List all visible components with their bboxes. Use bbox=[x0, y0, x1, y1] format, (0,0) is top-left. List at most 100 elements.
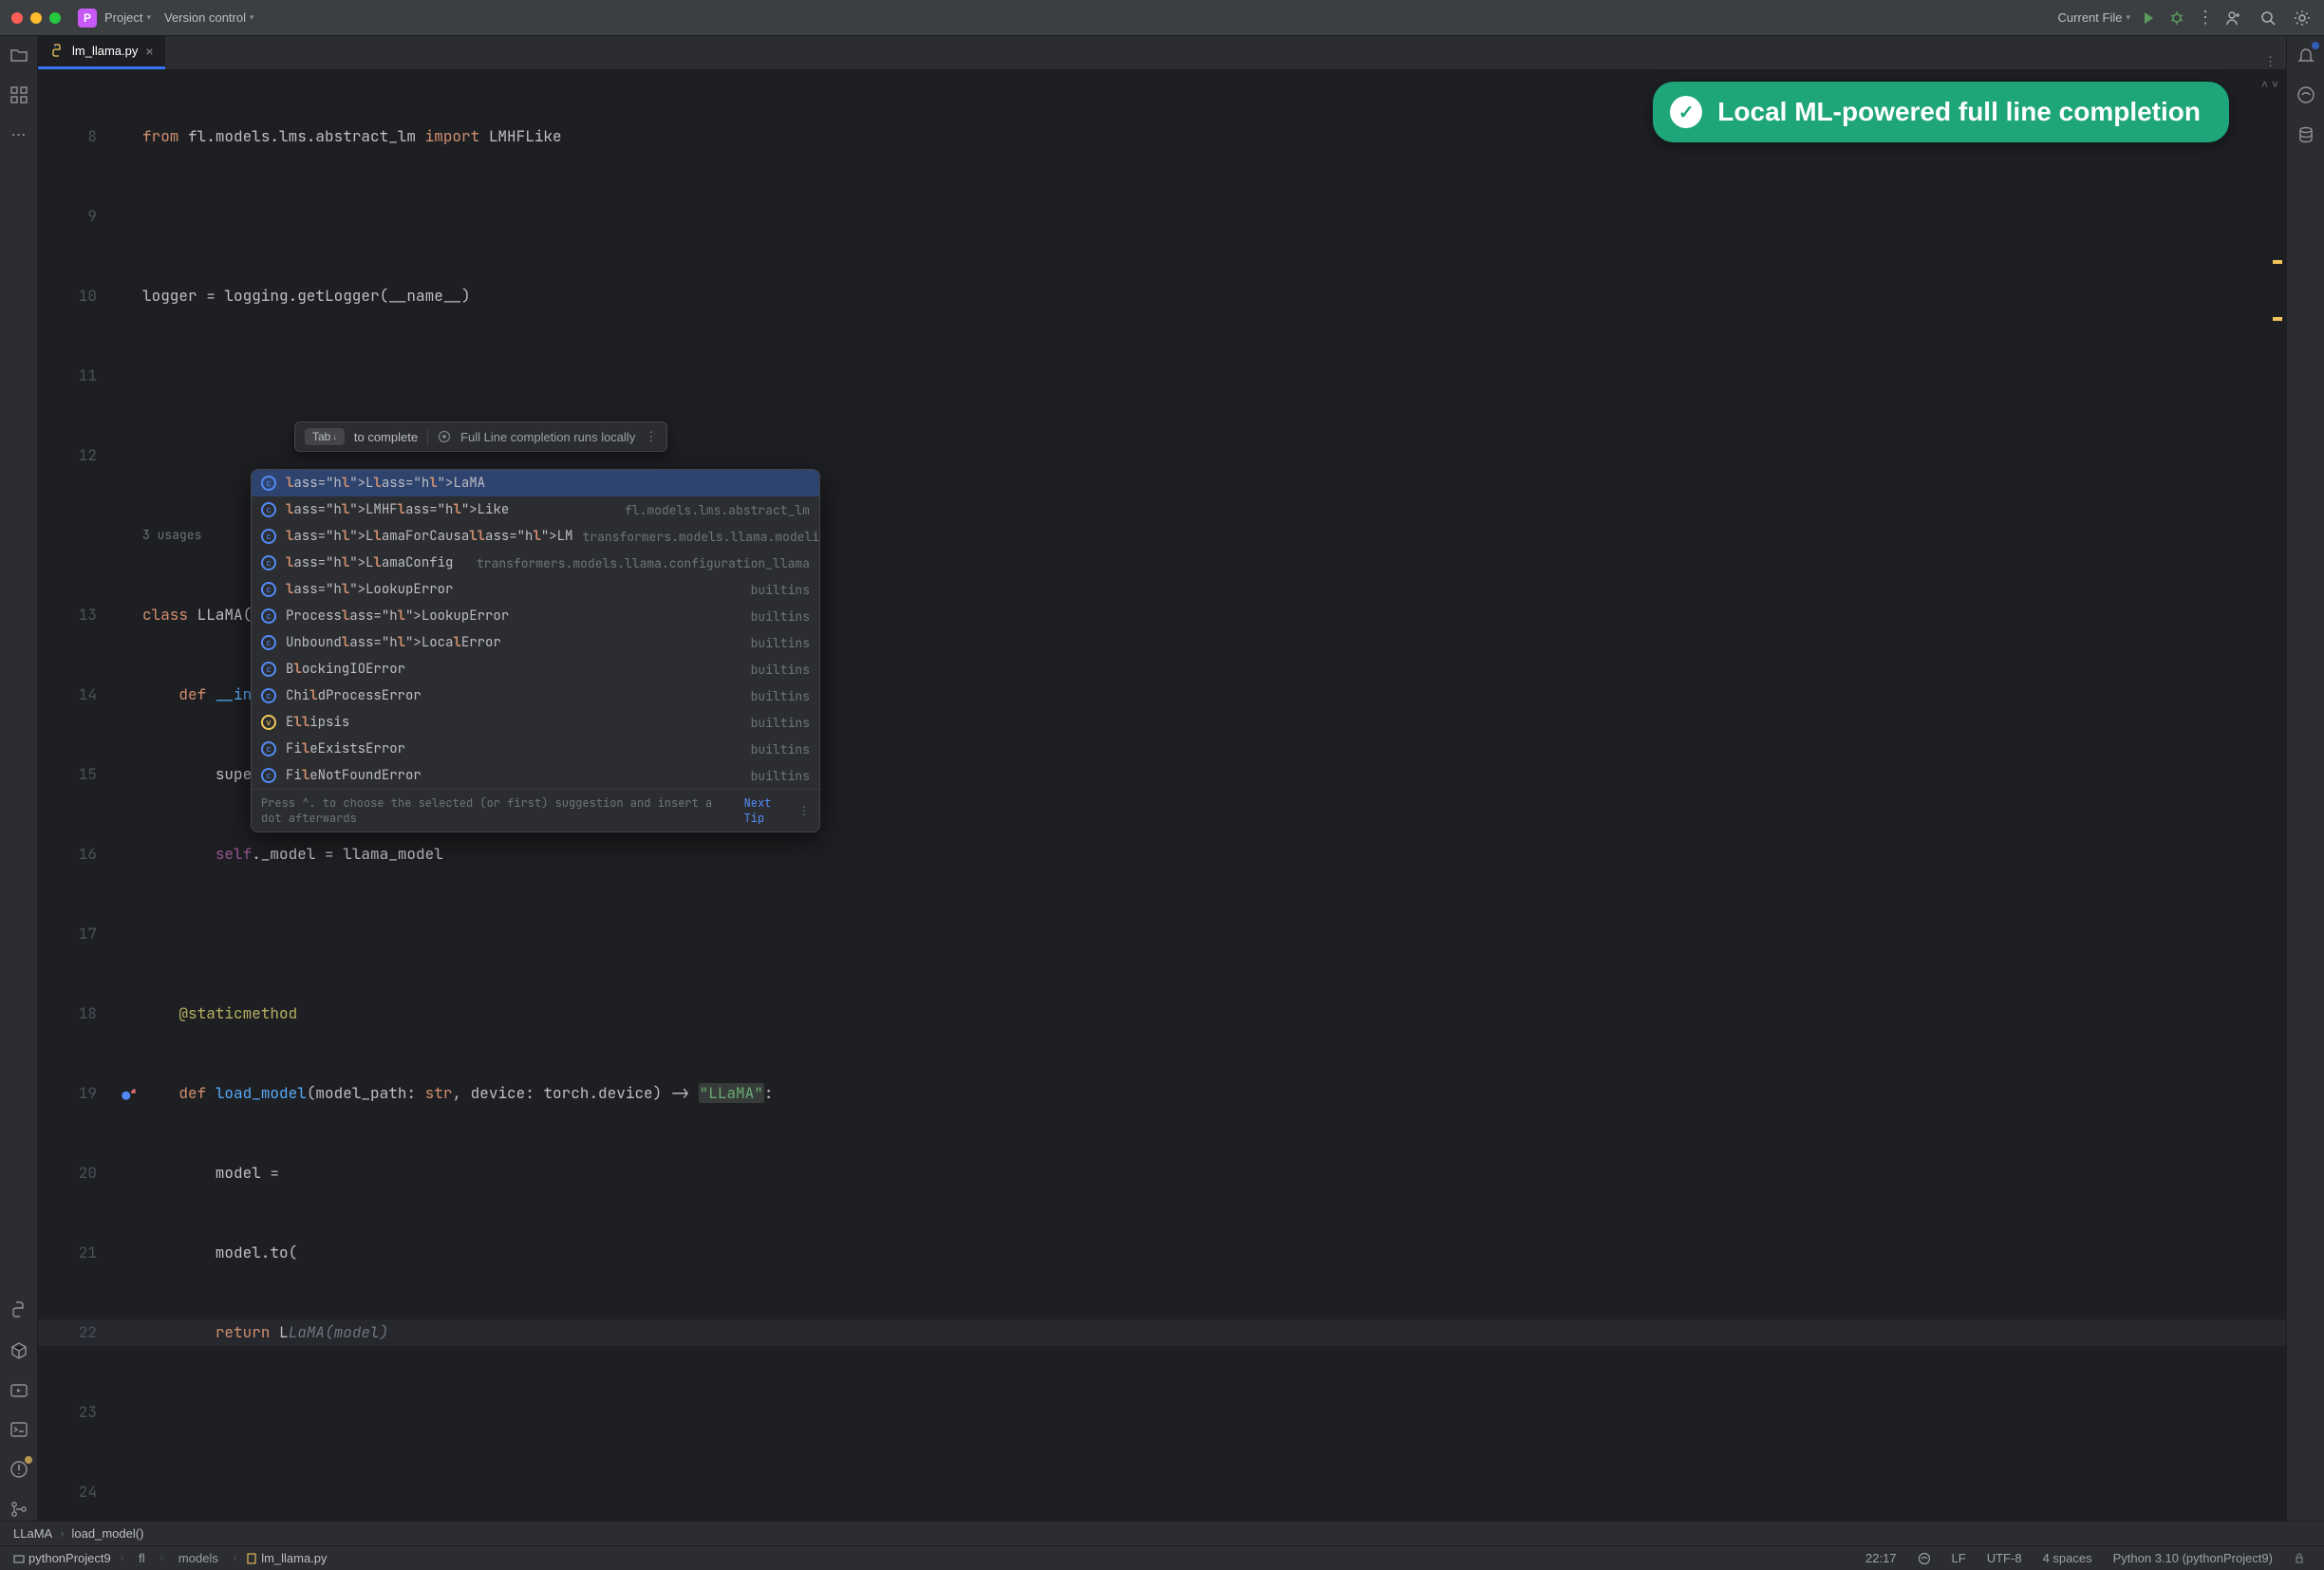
run-button[interactable] bbox=[2138, 8, 2159, 28]
warning-marker[interactable] bbox=[2273, 260, 2282, 264]
completion-item[interactable]: c lass="hl">LlamaConfig transformers.model… bbox=[252, 550, 819, 576]
completion-footer: Press ^. to choose the selected (or firs… bbox=[252, 789, 819, 832]
breadcrumb-method[interactable]: load_model() bbox=[72, 1526, 144, 1541]
status-bar: pythonProject9 › fl › models › lm_llama.… bbox=[0, 1545, 2324, 1570]
class-kind-icon: c bbox=[261, 529, 276, 544]
vcs-tool-icon[interactable] bbox=[8, 1498, 30, 1521]
completion-item[interactable]: cChildProcessErrorbuiltins bbox=[252, 682, 819, 709]
close-tab-icon[interactable]: × bbox=[145, 44, 153, 59]
terminal-icon[interactable] bbox=[8, 1418, 30, 1441]
completion-item[interactable]: cUnboundlass="hl">LocalErrorbuiltins bbox=[252, 629, 819, 656]
status-path-2[interactable]: models bbox=[173, 1551, 224, 1565]
python-console-icon[interactable] bbox=[8, 1299, 30, 1321]
warning-marker[interactable] bbox=[2273, 317, 2282, 321]
inline-completion-hint: Tab ↓ to complete Full Line completion r… bbox=[294, 421, 667, 452]
python-file-icon bbox=[246, 1553, 257, 1564]
notifications-icon[interactable] bbox=[2295, 44, 2317, 66]
class-kind-icon: c bbox=[261, 635, 276, 650]
completion-item-name: lass="hl">LlamaForCausallass="hl">LM bbox=[286, 528, 572, 545]
completion-item-origin: builtins bbox=[751, 741, 810, 757]
inline-hint-more-icon[interactable]: ⋮ bbox=[645, 429, 657, 444]
completion-item-origin: transformers.models.llama.configuration_… bbox=[477, 555, 810, 571]
right-toolbar bbox=[2286, 36, 2324, 1521]
class-kind-icon: c bbox=[261, 476, 276, 491]
run-config-dropdown[interactable]: Current File ▾ bbox=[2058, 10, 2130, 25]
status-path-file[interactable]: lm_llama.py bbox=[246, 1551, 327, 1565]
problems-icon[interactable] bbox=[8, 1458, 30, 1481]
tab-overflow-icon[interactable]: ⋮ bbox=[2255, 54, 2286, 69]
completion-item[interactable]: cProcesslass="hl">LookupErrorbuiltins bbox=[252, 603, 819, 629]
breadcrumb-class[interactable]: LLaMA bbox=[13, 1526, 52, 1541]
completion-item[interactable]: cFileExistsErrorbuiltins bbox=[252, 736, 819, 762]
completion-item[interactable]: c lass="hl">Llass="hl">LaMA bbox=[252, 470, 819, 496]
class-kind-icon: c bbox=[261, 502, 276, 517]
completion-item[interactable]: cFileNotFoundErrorbuiltins bbox=[252, 762, 819, 789]
debug-button[interactable] bbox=[2166, 8, 2187, 28]
code-editor[interactable]: ✓ Local ML-powered full line completion … bbox=[38, 70, 2286, 1521]
editor-tab[interactable]: lm_llama.py × bbox=[38, 35, 165, 69]
folder-icon bbox=[13, 1553, 25, 1564]
completion-item-origin: transformers.models.llama.modeling_llama bbox=[582, 529, 820, 545]
more-tools-icon[interactable]: ⋯ bbox=[8, 123, 30, 146]
left-toolbar: ⋯ bbox=[0, 36, 38, 1521]
more-actions-icon[interactable]: ⋮ bbox=[2195, 8, 2216, 28]
project-tool-icon[interactable] bbox=[8, 44, 30, 66]
completion-item[interactable]: c lass="hl">LlamaForCausallass="hl">LM tra… bbox=[252, 523, 819, 550]
ai-assistant-icon[interactable] bbox=[2295, 84, 2317, 106]
completion-item[interactable]: class="hl">LookupErrorbuiltins bbox=[252, 576, 819, 603]
completion-item-name: BlockingIOError bbox=[286, 661, 405, 678]
chevron-down-icon: ▾ bbox=[146, 12, 151, 23]
search-icon[interactable] bbox=[2258, 8, 2278, 28]
completion-item-name: Processlass="hl">LookupError bbox=[286, 607, 509, 625]
class-kind-icon: c bbox=[261, 555, 276, 570]
class-kind-icon: c bbox=[261, 662, 276, 677]
line-separator[interactable]: LF bbox=[1946, 1551, 1972, 1565]
completion-menu-icon[interactable]: ⋮ bbox=[798, 803, 810, 818]
completion-item-origin: fl.models.lms.abstract_lm bbox=[625, 502, 810, 518]
vcs-label: Version control bbox=[164, 10, 246, 25]
structure-tool-icon[interactable] bbox=[8, 84, 30, 106]
completion-footer-text: Press ^. to choose the selected (or firs… bbox=[261, 795, 737, 826]
completion-item[interactable]: c lass="hl">LMHFlass="hl">Like fl.models.l… bbox=[252, 496, 819, 523]
settings-icon[interactable] bbox=[2292, 8, 2313, 28]
minimize-window[interactable] bbox=[30, 12, 42, 24]
next-tip-link[interactable]: Next Tip bbox=[744, 795, 791, 826]
python-packages-icon[interactable] bbox=[8, 1338, 30, 1361]
titlebar: P Project ▾ Version control ▾ Current Fi… bbox=[0, 0, 2324, 36]
override-gutter-icon[interactable] bbox=[120, 1085, 137, 1102]
completion-item-origin: builtins bbox=[751, 768, 810, 784]
database-icon[interactable] bbox=[2295, 123, 2317, 146]
editor-tabs: lm_llama.py × ⋮ bbox=[38, 36, 2286, 70]
close-window[interactable] bbox=[11, 12, 23, 24]
completion-item-name: lass="hl">LlamaConfig bbox=[286, 554, 453, 571]
completion-item-origin: builtins bbox=[751, 608, 810, 625]
completion-item-origin: builtins bbox=[751, 715, 810, 731]
class-kind-icon: c bbox=[261, 768, 276, 783]
project-dropdown[interactable]: Project ▾ bbox=[104, 10, 151, 25]
usages-hint[interactable]: 3 usages bbox=[142, 522, 201, 549]
file-encoding[interactable]: UTF-8 bbox=[1981, 1551, 2028, 1565]
zoom-window[interactable] bbox=[49, 12, 61, 24]
inline-hint-complete: to complete bbox=[354, 430, 418, 444]
vcs-dropdown[interactable]: Version control ▾ bbox=[164, 10, 254, 25]
readonly-lock-icon[interactable] bbox=[2288, 1553, 2311, 1564]
local-icon bbox=[438, 430, 451, 443]
status-project[interactable]: pythonProject9 bbox=[13, 1551, 111, 1565]
completion-item-name: lass="hl">LookupError bbox=[286, 581, 453, 598]
error-stripe[interactable] bbox=[2273, 70, 2282, 1521]
indent-setting[interactable]: 4 spaces bbox=[2037, 1551, 2098, 1565]
completion-item[interactable]: vEllipsisbuiltins bbox=[252, 709, 819, 736]
completion-item-name: lass="hl">Llass="hl">LaMA bbox=[286, 475, 485, 492]
completion-item-name: Unboundlass="hl">LocalError bbox=[286, 634, 501, 651]
chevron-down-icon: ▾ bbox=[2126, 12, 2130, 23]
services-icon[interactable] bbox=[8, 1378, 30, 1401]
code-with-me-icon[interactable] bbox=[2223, 8, 2244, 28]
status-path-1[interactable]: fl bbox=[133, 1551, 151, 1565]
tab-key-cap: Tab ↓ bbox=[305, 428, 345, 445]
caret-position[interactable]: 22:17 bbox=[1860, 1551, 1902, 1565]
completion-item[interactable]: cBlockingIOErrorbuiltins bbox=[252, 656, 819, 682]
python-file-icon bbox=[49, 44, 65, 59]
completion-item-name: lass="hl">LMHFlass="hl">Like bbox=[286, 501, 509, 518]
ai-status-icon[interactable] bbox=[1912, 1552, 1937, 1565]
python-interpreter[interactable]: Python 3.10 (pythonProject9) bbox=[2108, 1551, 2278, 1565]
